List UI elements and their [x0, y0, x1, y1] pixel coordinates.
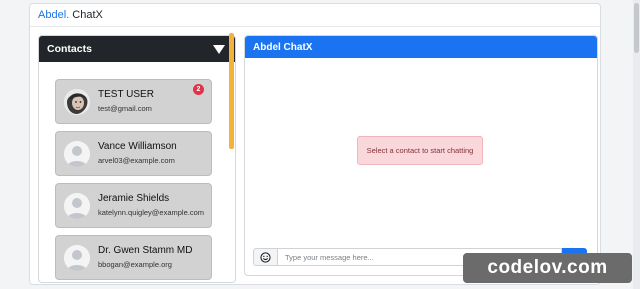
- emoji-button[interactable]: [253, 248, 278, 266]
- page-scroll-thumb[interactable]: [634, 3, 639, 53]
- smiley-icon: [260, 251, 271, 263]
- collapse-triangle-icon[interactable]: [213, 44, 225, 54]
- contacts-scroll-thumb[interactable]: [229, 33, 234, 149]
- chat-panel: Abdel ChatX Select a contact to start ch…: [244, 35, 598, 276]
- contact-name: Jeramie Shields: [98, 193, 170, 204]
- chat-title: Abdel ChatX: [253, 41, 313, 53]
- contact-name: TEST USER: [98, 89, 154, 100]
- watermark-logo: codelov.com: [463, 253, 632, 283]
- brand-logo[interactable]: Abdel. ChatX: [38, 9, 103, 21]
- brand-part2: ChatX: [72, 9, 103, 21]
- contacts-title: Contacts: [47, 43, 92, 55]
- default-avatar-icon: [64, 193, 90, 219]
- page-scrollbar[interactable]: [633, 0, 640, 289]
- contact-email: arvel03@example.com: [98, 156, 175, 165]
- contact-name: Dr. Gwen Stamm MD: [98, 245, 193, 256]
- brand-part1: Abdel.: [38, 9, 70, 21]
- watermark-text: codelov.com: [487, 257, 608, 278]
- contact-list: TEST USER test@gmail.com 2 Vance William…: [55, 79, 212, 282]
- unread-badge: 2: [193, 84, 204, 95]
- contacts-panel: Contacts TEST USER test@gmail.com 2 Vanc…: [38, 35, 236, 283]
- photo-avatar: [64, 89, 90, 115]
- default-avatar-icon: [64, 245, 90, 271]
- contacts-header[interactable]: Contacts: [39, 36, 235, 62]
- empty-state-text: Select a contact to start chatting: [366, 146, 474, 155]
- contact-card[interactable]: Dr. Gwen Stamm MD bbogan@example.org: [55, 235, 212, 280]
- chat-header: Abdel ChatX: [245, 36, 597, 58]
- contact-card[interactable]: TEST USER test@gmail.com 2: [55, 79, 212, 124]
- contact-email: katelynn.quigley@example.com: [98, 208, 204, 217]
- app-frame: Abdel. ChatX Contacts TEST USER test@gma…: [29, 3, 601, 285]
- contact-card[interactable]: Vance Williamson arvel03@example.com: [55, 131, 212, 176]
- default-avatar-icon: [64, 141, 90, 167]
- navbar-divider: [30, 26, 600, 27]
- contact-email: bbogan@example.org: [98, 260, 172, 269]
- contact-email: test@gmail.com: [98, 104, 152, 113]
- empty-state-alert: Select a contact to start chatting: [357, 136, 483, 165]
- contact-card[interactable]: Jeramie Shields katelynn.quigley@example…: [55, 183, 212, 228]
- contact-name: Vance Williamson: [98, 141, 177, 152]
